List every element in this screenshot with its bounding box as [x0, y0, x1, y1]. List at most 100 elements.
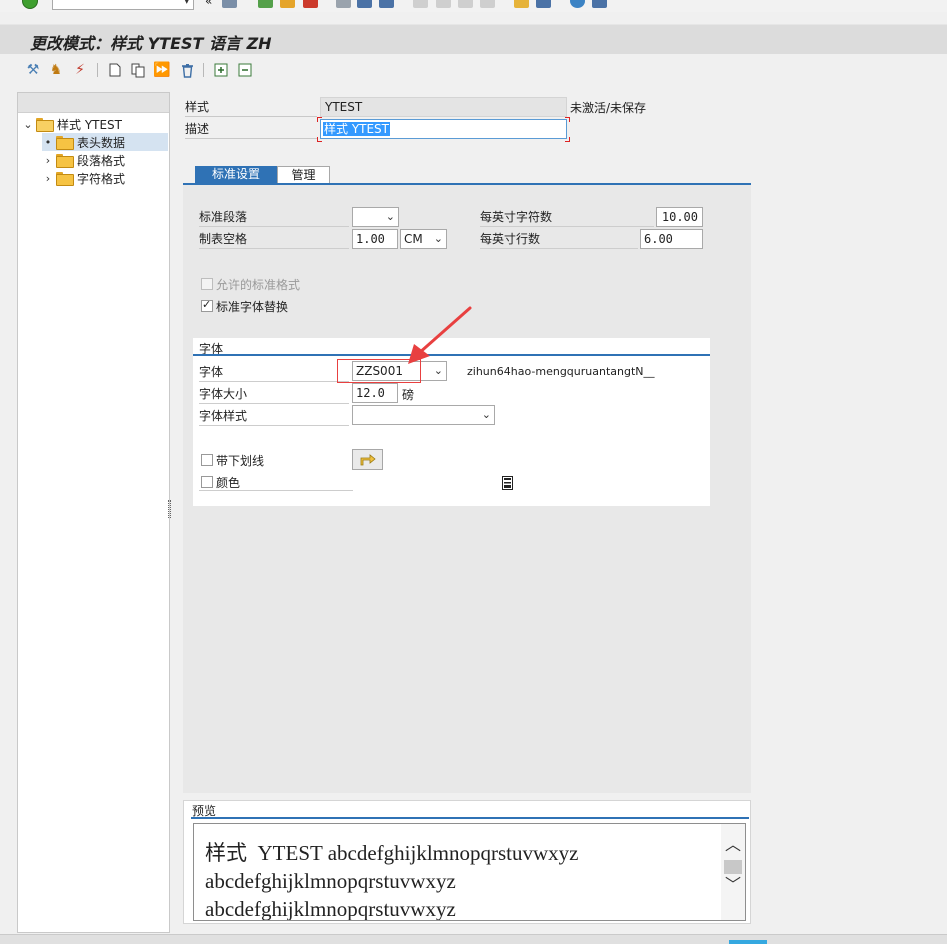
- first-page-icon[interactable]: [413, 0, 428, 8]
- required-corner: [317, 117, 322, 122]
- font-size-input[interactable]: 12.0: [352, 383, 398, 403]
- preview-scrollbar[interactable]: ︿ ﹀: [721, 824, 745, 920]
- required-corner: [565, 117, 570, 122]
- scroll-down-icon[interactable]: ﹀: [724, 874, 742, 894]
- multi-forward-icon[interactable]: ⏩: [153, 61, 171, 79]
- tab-standard-settings[interactable]: 标准设置: [195, 166, 277, 184]
- checkbox-box[interactable]: [201, 298, 213, 312]
- help-icon[interactable]: [570, 0, 585, 8]
- preview-group: 预览 样式 YTEST abcdefghijklmnopqrstuvwxyz a…: [183, 800, 751, 924]
- more-toolbar-icon[interactable]: «: [205, 0, 212, 8]
- tab-stop-unit-value: CM: [404, 232, 423, 246]
- tab-stop-unit-select[interactable]: CM ⌄: [400, 229, 447, 249]
- font-style-select[interactable]: ⌄: [352, 405, 495, 425]
- tab-stop-input[interactable]: 1.00: [352, 229, 398, 249]
- title-bar: 更改模式：样式 YTEST 语言 ZH: [0, 24, 947, 54]
- chevron-down-icon[interactable]: ⌄: [434, 230, 443, 248]
- new-session-icon[interactable]: [514, 0, 529, 8]
- font-style-label: 字体样式: [199, 407, 349, 426]
- application-toolbar: ⚒ ♞ ⚡ ⏩: [0, 56, 947, 84]
- magic-wand-icon[interactable]: ⚡: [71, 61, 89, 79]
- print-icon[interactable]: [336, 0, 351, 8]
- chevron-down-icon[interactable]: ▾: [184, 0, 189, 7]
- color-picker-icon[interactable]: [502, 476, 513, 493]
- folder-icon: [56, 136, 74, 150]
- find-icon[interactable]: [357, 0, 372, 8]
- underline-checkbox[interactable]: 带下划线: [201, 451, 264, 469]
- copy-document-icon[interactable]: [129, 61, 147, 79]
- description-value: 样式 YTEST: [323, 122, 391, 136]
- expander-icon[interactable]: ⌄: [22, 118, 34, 131]
- standard-paragraph-select[interactable]: ⌄: [352, 207, 399, 227]
- standard-font-substitution-checkbox[interactable]: 标准字体替换: [201, 297, 288, 315]
- layout-icon[interactable]: [592, 0, 607, 8]
- tree-node-label: 表头数据: [77, 135, 126, 150]
- hierarchy-icon[interactable]: ♞: [47, 61, 65, 79]
- splitter-handle[interactable]: [168, 500, 171, 518]
- last-page-icon[interactable]: [480, 0, 495, 8]
- tree-node-paragraph-formats[interactable]: › 段落格式: [42, 151, 125, 169]
- status-bar: [0, 934, 947, 944]
- toolbar-separator: [203, 63, 204, 77]
- folder-icon: [56, 172, 74, 186]
- font-size-label: 字体大小: [199, 385, 349, 404]
- cpi-label: 每英寸字符数: [480, 208, 654, 227]
- status-text: 未激活/未保存: [570, 101, 647, 115]
- checkbox-box[interactable]: [201, 454, 213, 466]
- style-label: 样式: [185, 97, 317, 117]
- collapse-icon[interactable]: [236, 61, 254, 79]
- preview-text: 样式 YTEST abcdefghijklmnopqrstuvwxyz abcd…: [205, 839, 578, 921]
- shortcut-icon[interactable]: [536, 0, 551, 8]
- required-corner: [565, 137, 570, 142]
- font-size-unit: 磅: [402, 388, 415, 402]
- expander-icon[interactable]: ›: [42, 172, 54, 185]
- color-checkbox[interactable]: 颜色: [201, 473, 240, 491]
- lpi-input[interactable]: 6.00: [640, 229, 703, 249]
- exit-icon[interactable]: [280, 0, 295, 8]
- find-next-icon[interactable]: [379, 0, 394, 8]
- tools-icon[interactable]: ⚒: [24, 61, 42, 79]
- tree-node-character-formats[interactable]: › 字符格式: [42, 169, 125, 187]
- underline-details-button[interactable]: [352, 449, 383, 470]
- checkbox-box: [201, 278, 213, 290]
- cancel-icon[interactable]: [303, 0, 318, 8]
- tab-stop-label: 制表空格: [199, 230, 349, 249]
- new-document-icon[interactable]: [106, 61, 124, 79]
- checkbox-label: 允许的标准格式: [216, 277, 301, 292]
- field-underline: [199, 490, 353, 491]
- expander-icon[interactable]: ›: [42, 154, 54, 167]
- tree-node-label: 样式 YTEST: [57, 117, 123, 132]
- next-page-icon[interactable]: [458, 0, 473, 8]
- style-name-field: YTEST: [320, 97, 567, 117]
- tree-node-header-data[interactable]: • 表头数据: [42, 133, 168, 151]
- style-tree: ⌄ 样式 YTEST • 表头数据 › 段落格式 › 字符格式: [17, 92, 170, 933]
- chevron-down-icon[interactable]: ⌄: [386, 208, 395, 226]
- checkbox-box[interactable]: [201, 476, 213, 488]
- delete-icon[interactable]: [178, 61, 196, 79]
- font-family-description: zihun64hao-mengquruantangtN__: [467, 365, 655, 378]
- tree-node-label: 段落格式: [77, 153, 126, 168]
- scroll-up-icon[interactable]: ︿: [724, 834, 742, 854]
- required-corner: [317, 137, 322, 142]
- expand-icon[interactable]: [212, 61, 230, 79]
- enter-icon[interactable]: [22, 0, 38, 9]
- back-icon[interactable]: [258, 0, 273, 8]
- system-toolbar: ▾ «: [0, 0, 947, 12]
- tab-administration[interactable]: 管理: [277, 166, 330, 184]
- page-title: 更改模式：样式 YTEST 语言 ZH: [30, 34, 272, 53]
- tree-header: [18, 93, 169, 113]
- tree-node-style-root[interactable]: ⌄ 样式 YTEST: [22, 115, 122, 133]
- checkbox-label: 带下划线: [216, 453, 265, 468]
- description-input[interactable]: 样式 YTEST: [320, 119, 567, 139]
- allowed-standard-formats-checkbox: 允许的标准格式: [201, 275, 300, 293]
- toolbar-separator: [97, 63, 98, 77]
- chevron-down-icon[interactable]: ⌄: [482, 406, 491, 424]
- cpi-input[interactable]: 10.00: [656, 207, 703, 227]
- command-field[interactable]: ▾: [52, 0, 194, 10]
- preview-text-area[interactable]: 样式 YTEST abcdefghijklmnopqrstuvwxyz abcd…: [193, 823, 746, 921]
- export-arrow-icon: [360, 453, 376, 465]
- checkbox-label: 标准字体替换: [216, 299, 289, 314]
- preview-line: abcdefghijklmnopqrstuvwxyz: [205, 897, 456, 921]
- previous-page-icon[interactable]: [436, 0, 451, 8]
- save-icon[interactable]: [222, 0, 237, 8]
